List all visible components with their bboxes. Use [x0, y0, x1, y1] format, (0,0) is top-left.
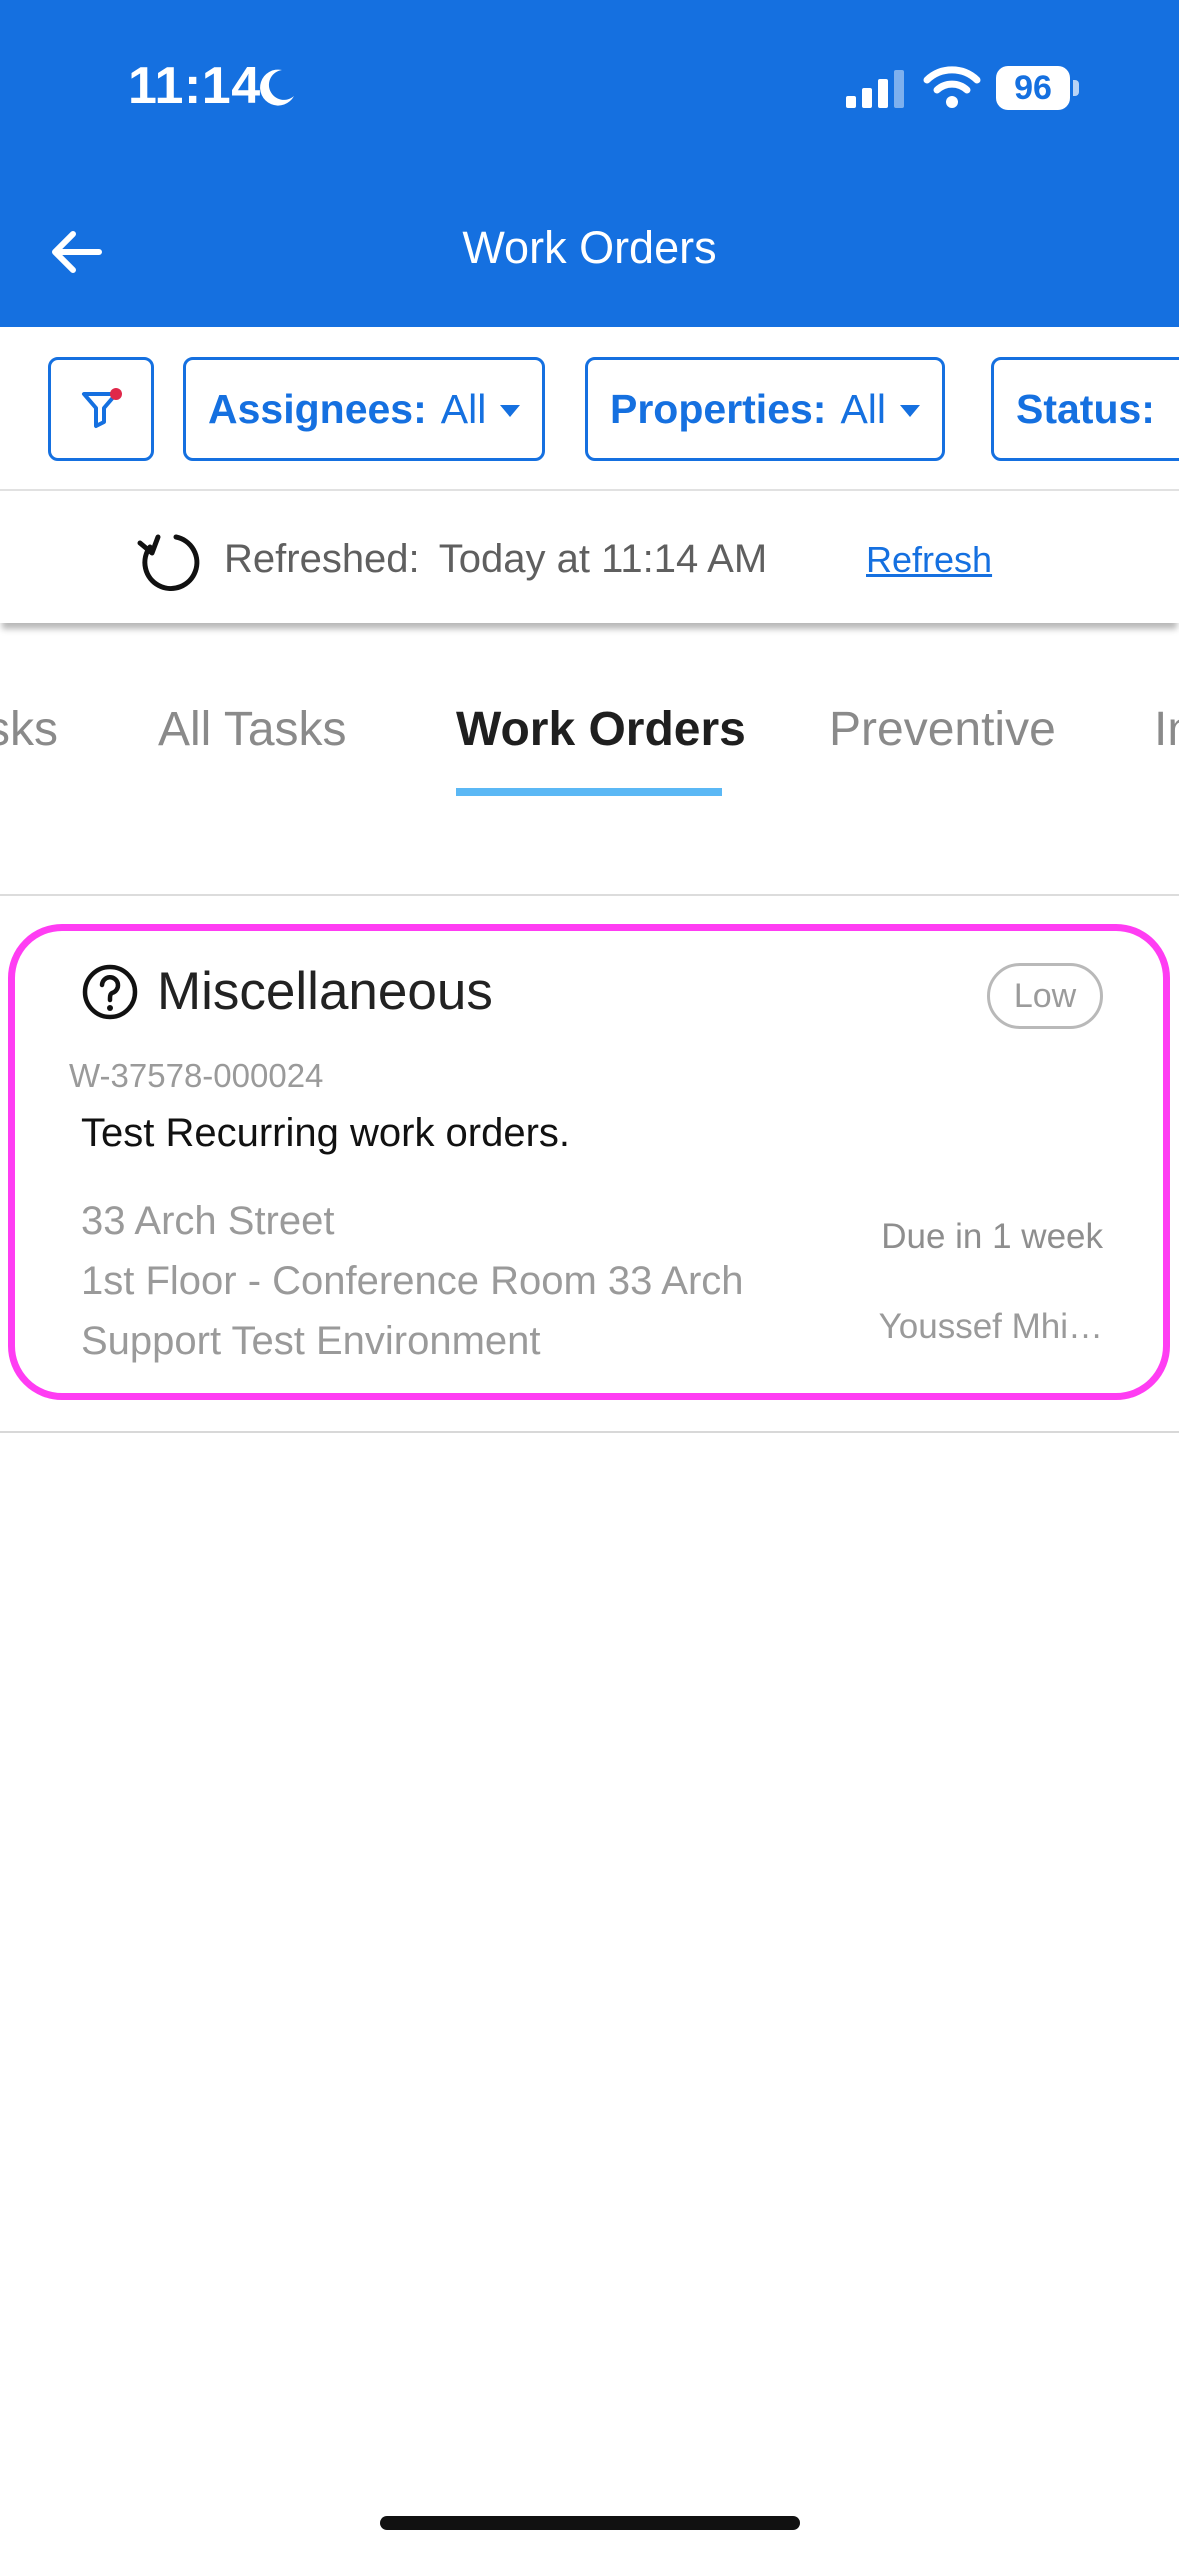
properties-filter[interactable]: Properties: All	[585, 357, 946, 461]
due-date: Due in 1 week	[881, 1217, 1103, 1256]
app-header: 11:14 96 Work Orders	[0, 0, 1179, 327]
filter-icon	[82, 388, 122, 428]
moon-icon	[260, 69, 294, 106]
properties-filter-label: Properties:	[610, 385, 827, 432]
status-filter[interactable]: Status:	[991, 357, 1179, 461]
filter-bar: Assignees: All Properties: All Status:	[0, 327, 1179, 491]
refreshed-label: Refreshed:	[224, 537, 420, 581]
refresh-bar: Refreshed: Today at 11:14 AM Refresh	[0, 493, 1179, 623]
tab-work-orders[interactable]: Work Orders	[456, 702, 746, 757]
assignees-filter-value: All	[440, 385, 487, 432]
address-line-2: 1st Floor - Conference Room 33 Arch	[81, 1259, 744, 1303]
list-divider	[0, 1431, 1179, 1433]
work-order-id: W-37578-000024	[69, 1057, 324, 1094]
assignee-name: Youssef Mhi…	[878, 1307, 1103, 1346]
question-circle-icon	[82, 964, 138, 1020]
priority-badge: Low	[987, 963, 1103, 1029]
tab-all-tasks[interactable]: All Tasks	[158, 702, 347, 757]
refresh-link[interactable]: Refresh	[866, 539, 992, 581]
properties-filter-value: All	[840, 385, 887, 432]
refresh-icon	[137, 534, 200, 591]
work-order-card[interactable]: Miscellaneous Low W-37578-000024 Test Re…	[8, 924, 1170, 1400]
caret-down-icon	[900, 405, 921, 417]
work-order-description: Test Recurring work orders.	[81, 1111, 571, 1155]
active-tab-indicator	[456, 788, 722, 796]
filter-button[interactable]	[48, 357, 154, 461]
refreshed-timestamp: Refreshed: Today at 11:14 AM	[224, 537, 767, 582]
battery-indicator: 96	[996, 66, 1079, 110]
address-line-3: Support Test Environment	[81, 1319, 541, 1363]
tab-bar: sks All Tasks Work Orders Preventive In	[0, 640, 1179, 896]
tab-preventive[interactable]: Preventive	[829, 702, 1056, 757]
address-line-1: 33 Arch Street	[81, 1199, 335, 1243]
status-filter-label: Status:	[1016, 385, 1155, 432]
battery-tip	[1073, 80, 1079, 96]
home-indicator[interactable]	[380, 2516, 800, 2530]
work-order-category: Miscellaneous	[157, 962, 493, 1021]
caret-down-icon	[500, 405, 521, 417]
assignees-filter-label: Assignees:	[208, 385, 427, 432]
cellular-signal-icon	[846, 70, 904, 108]
wifi-icon	[923, 66, 981, 108]
tab-my-tasks[interactable]: sks	[0, 702, 58, 757]
page-title: Work Orders	[462, 222, 717, 273]
assignees-filter[interactable]: Assignees: All	[183, 357, 546, 461]
status-time: 11:14	[128, 57, 261, 115]
battery-level: 96	[996, 66, 1070, 110]
refreshed-value: Today at 11:14 AM	[438, 537, 768, 581]
tab-inspections[interactable]: In	[1154, 702, 1179, 757]
